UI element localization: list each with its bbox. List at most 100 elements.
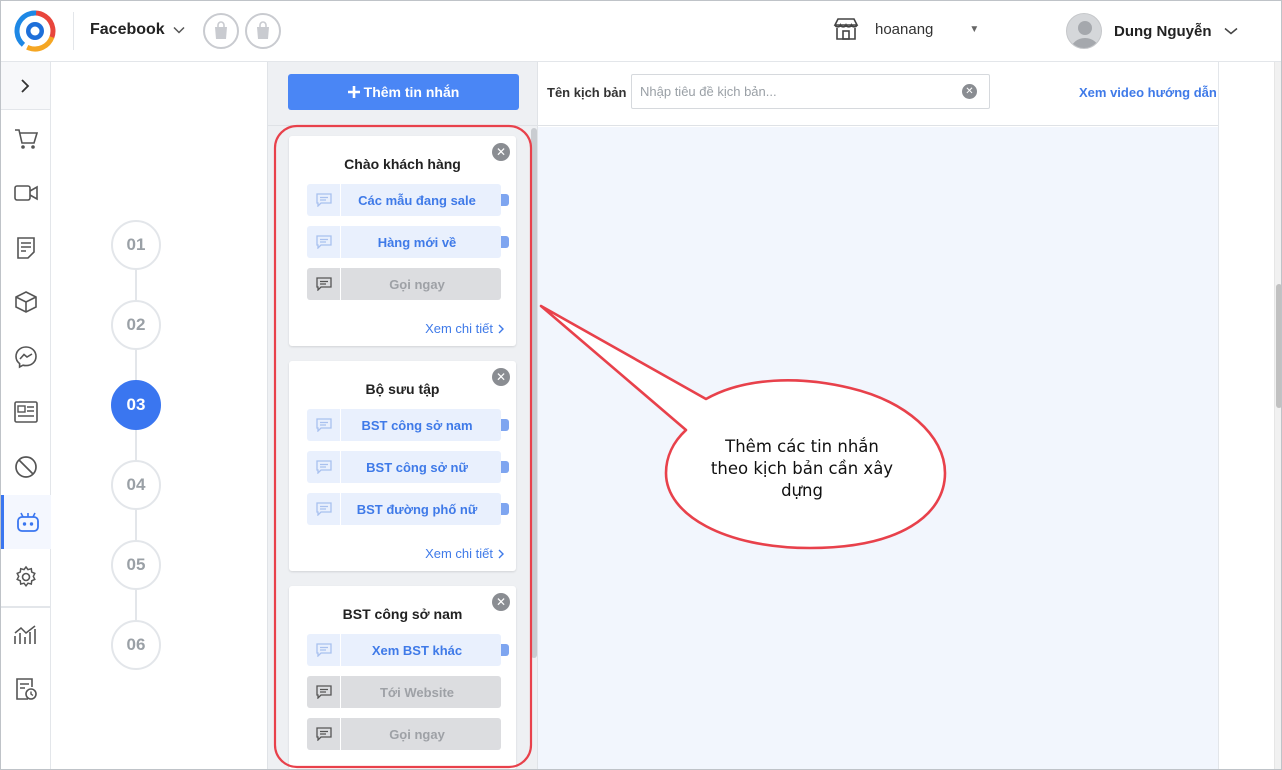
channel-selector[interactable]: Facebook	[90, 21, 185, 39]
id-card-icon	[13, 401, 38, 423]
message-card[interactable]: Chào khách hàng ✕ Các mẫu đang sale Hàng…	[289, 136, 516, 346]
message-button-label: Gọi ngay	[389, 276, 445, 292]
chat-icon	[307, 718, 341, 750]
message-button-label: Các mẫu đang sale	[358, 192, 476, 208]
step-4[interactable]: 04	[111, 460, 161, 510]
chat-icon	[307, 676, 341, 708]
right-gutter	[1218, 62, 1282, 770]
caret-down-icon: ▼	[969, 23, 980, 35]
connector-handle[interactable]	[501, 461, 509, 473]
shopping-bag-icon[interactable]	[245, 13, 281, 49]
card-title: BST công sở nam	[342, 606, 463, 622]
step-5[interactable]: 05	[111, 540, 161, 590]
left-nav	[0, 62, 51, 770]
callout-line: Thêm các tin nhắn	[725, 437, 879, 456]
view-details-label: Xem chi tiết	[425, 321, 493, 336]
step-indicator: 01 02 03 04 05 06	[51, 62, 267, 770]
message-button[interactable]: Gọi ngay	[307, 268, 501, 300]
nav-settings[interactable]	[0, 550, 51, 604]
close-icon[interactable]: ✕	[492, 593, 510, 611]
message-card[interactable]: BST công sở nam ✕ Xem BST khác Tới Websi…	[289, 586, 516, 770]
nav-reports[interactable]	[0, 608, 51, 662]
avatar	[1066, 13, 1102, 49]
chevron-down-icon	[1224, 27, 1237, 35]
nav-blocklist[interactable]	[0, 440, 51, 494]
message-button[interactable]: BST đường phố nữ	[307, 493, 509, 525]
nav-orders[interactable]	[0, 112, 51, 166]
callout-text: Thêm các tin nhắn theo kịch bản cần xây …	[692, 436, 912, 502]
page-scrollbar[interactable]	[1274, 62, 1282, 770]
close-icon[interactable]: ✕	[492, 143, 510, 161]
block-icon	[14, 456, 37, 478]
callout-line: theo kịch bản cần xây	[710, 459, 894, 478]
message-button-label: Xem BST khác	[371, 642, 463, 658]
message-button-label: BST công sở nam	[361, 417, 473, 433]
message-card[interactable]: Bộ sưu tập ✕ BST công sở nam BST công sở…	[289, 361, 516, 571]
callout-line: dựng	[781, 481, 823, 500]
nav-history[interactable]	[0, 662, 51, 716]
message-panel-scrollbar[interactable]	[531, 128, 537, 658]
user-name: Dung Nguyễn	[1114, 22, 1212, 40]
scrollbar-thumb[interactable]	[1276, 284, 1282, 408]
store-name: hoanang	[875, 20, 934, 38]
chat-icon	[307, 409, 341, 441]
message-button[interactable]: Các mẫu đang sale	[307, 184, 509, 216]
channel-name: Facebook	[90, 21, 165, 38]
message-button[interactable]: BST công sở nam	[307, 409, 509, 441]
chart-icon	[13, 625, 36, 644]
document-icon	[16, 237, 35, 259]
chat-icon	[307, 226, 341, 258]
chevron-right-icon	[21, 78, 30, 93]
cart-icon	[14, 129, 38, 149]
view-details-link[interactable]: Xem chi tiết	[425, 546, 504, 561]
chevron-down-icon	[173, 26, 185, 34]
nav-products[interactable]	[0, 275, 51, 329]
scenario-name-input[interactable]	[631, 74, 990, 109]
close-icon[interactable]: ✕	[492, 368, 510, 386]
nav-posts[interactable]	[0, 221, 51, 275]
message-button[interactable]: Gọi ngay	[307, 718, 501, 750]
message-button[interactable]: Tới Website	[307, 676, 501, 708]
connector-handle[interactable]	[501, 236, 509, 248]
message-button[interactable]: BST công sở nữ	[307, 451, 509, 483]
message-button-label: BST công sở nữ	[366, 459, 468, 475]
chat-icon	[307, 634, 341, 666]
nav-messages[interactable]	[0, 330, 51, 384]
connector-handle[interactable]	[501, 194, 509, 206]
chat-icon	[307, 493, 341, 525]
step-2[interactable]: 02	[111, 300, 161, 350]
chat-icon	[307, 268, 341, 300]
step-1[interactable]: 01	[111, 220, 161, 270]
nav-chatbot[interactable]	[0, 495, 51, 549]
store-selector[interactable]: hoanang ▼	[833, 17, 979, 41]
nav-customers[interactable]	[0, 385, 51, 439]
step-3[interactable]: 03	[111, 380, 161, 430]
connector-handle[interactable]	[501, 644, 509, 656]
message-button[interactable]: Xem BST khác	[307, 634, 509, 666]
chat-icon	[307, 451, 341, 483]
header-divider	[73, 12, 74, 50]
view-details-link[interactable]: Xem chi tiết	[425, 321, 504, 336]
shopping-bag-icon[interactable]	[203, 13, 239, 49]
video-guide-link[interactable]: Xem video hướng dẫn	[1079, 85, 1217, 100]
message-button[interactable]: Hàng mới về	[307, 226, 509, 258]
add-message-label: Thêm tin nhắn	[363, 84, 460, 100]
card-title: Bộ sưu tập	[365, 381, 440, 397]
view-details-label: Xem chi tiết	[425, 546, 493, 561]
message-button-label: Tới Website	[379, 684, 454, 700]
scenario-name-label: Tên kịch bản	[547, 85, 627, 100]
connector-handle[interactable]	[501, 419, 509, 431]
user-menu[interactable]: Dung Nguyễn	[1066, 13, 1238, 49]
nav-expand-button[interactable]	[0, 62, 50, 110]
nav-live[interactable]	[0, 166, 51, 220]
add-message-button[interactable]: Thêm tin nhắn	[288, 74, 519, 110]
chevron-right-icon	[498, 324, 504, 333]
card-title: Chào khách hàng	[344, 156, 461, 172]
connector-handle[interactable]	[501, 503, 509, 515]
scenario-header: Tên kịch bản ✕ Xem video hướng dẫn	[538, 62, 1218, 126]
app-logo[interactable]	[14, 10, 56, 52]
step-6[interactable]: 06	[111, 620, 161, 670]
message-button-label: Hàng mới về	[377, 234, 457, 250]
messenger-icon	[14, 346, 37, 369]
clear-icon[interactable]: ✕	[962, 84, 977, 99]
